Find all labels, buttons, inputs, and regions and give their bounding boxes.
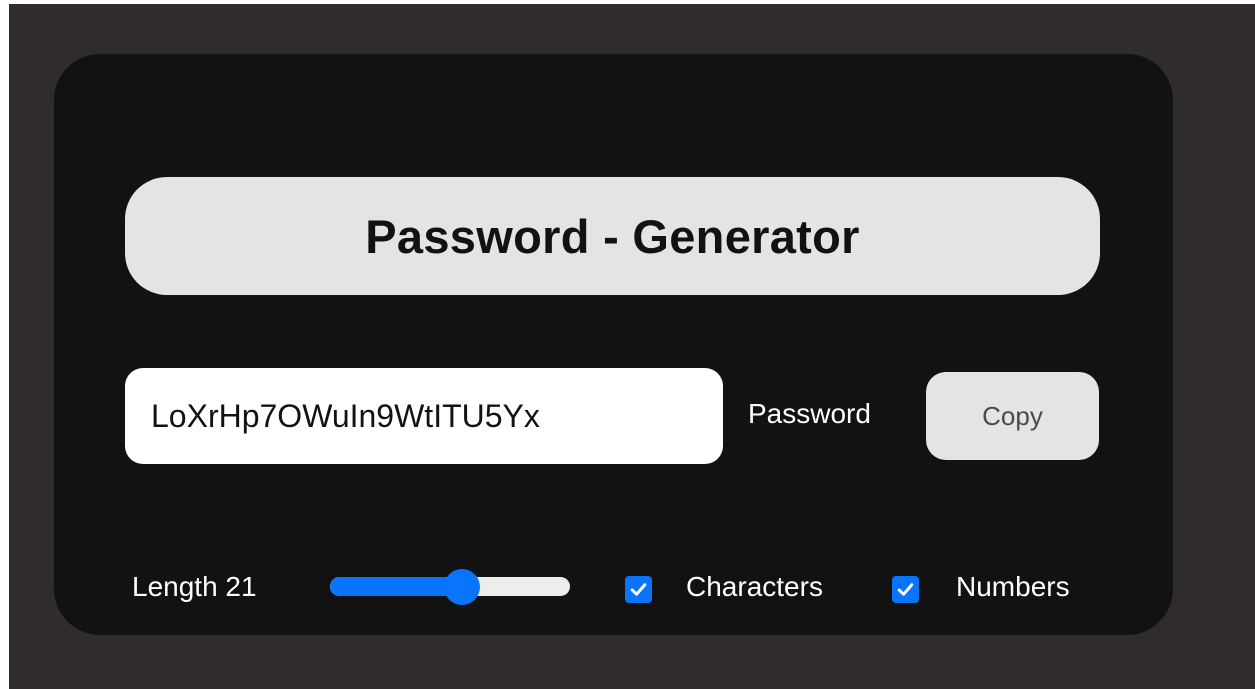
copy-button[interactable]: Copy bbox=[926, 372, 1099, 460]
length-slider[interactable] bbox=[330, 569, 570, 605]
checkmark-icon bbox=[897, 583, 914, 596]
copy-button-label: Copy bbox=[982, 400, 1043, 431]
app-viewport: Password - Generator Password Copy Lengt… bbox=[9, 4, 1255, 689]
numbers-checkbox[interactable] bbox=[892, 576, 919, 603]
slider-fill bbox=[330, 577, 462, 596]
checkmark-icon bbox=[630, 583, 647, 596]
generator-card: Password - Generator Password Copy Lengt… bbox=[54, 54, 1173, 635]
password-label: Password bbox=[748, 398, 871, 429]
numbers-label: Numbers bbox=[956, 571, 1070, 602]
length-label: Length 21 bbox=[132, 571, 257, 602]
password-output-field[interactable] bbox=[125, 368, 723, 464]
page-title: Password - Generator bbox=[365, 209, 860, 263]
title-banner: Password - Generator bbox=[125, 177, 1100, 295]
characters-label: Characters bbox=[686, 571, 823, 602]
characters-checkbox[interactable] bbox=[625, 576, 652, 603]
slider-thumb[interactable] bbox=[444, 569, 480, 605]
